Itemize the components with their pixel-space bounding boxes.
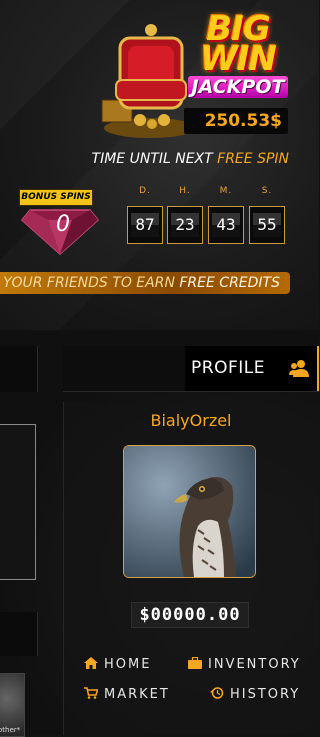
countdown-days-label: D.: [139, 186, 151, 196]
countdown-days-value: 87: [131, 213, 159, 237]
avatar[interactable]: [123, 445, 256, 578]
countdown-seconds: 55: [249, 206, 285, 244]
left-panel-tab[interactable]: [0, 346, 38, 392]
menu-market-label: MARKET: [104, 687, 170, 702]
cart-icon: [84, 687, 98, 699]
left-panel-tab-2[interactable]: [0, 612, 38, 656]
countdown-days: 87: [127, 206, 163, 244]
left-avatar-caption: other*: [0, 726, 21, 734]
menu-history[interactable]: HISTORY: [210, 687, 300, 705]
invite-middle: FRIENDS TO EARN: [46, 275, 180, 291]
invite-highlight: FREE CREDITS: [179, 275, 280, 291]
menu-inventory-label: INVENTORY: [208, 657, 301, 672]
balance-value: $00000.00: [139, 605, 241, 625]
bonus-spins-count: 0: [56, 212, 70, 237]
menu-inventory[interactable]: INVENTORY: [188, 657, 301, 675]
countdown-minutes: 43: [208, 206, 244, 244]
profile-title: PROFILE: [191, 358, 265, 378]
countdown-hours: 23: [167, 206, 203, 244]
bonus-spins-badge: BONUS SPINS: [19, 189, 93, 206]
briefcase-icon: [188, 657, 202, 669]
menu-home-label: HOME: [104, 657, 152, 672]
jackpot-amount-box: 250.53$: [184, 108, 288, 134]
countdown-hours-value: 23: [171, 213, 199, 237]
tab-profile[interactable]: PROFILE: [185, 346, 319, 391]
free-spin-label: TIME UNTIL NEXT FREE SPIN: [0, 151, 289, 167]
home-icon: [84, 657, 98, 669]
hawk-avatar-image: [124, 446, 255, 577]
username: BialyOrzel: [150, 411, 232, 430]
left-avatar[interactable]: other*: [0, 673, 25, 737]
menu-market[interactable]: MARKET: [84, 687, 170, 705]
big-win-text: BIG WIN: [200, 9, 277, 79]
menu-home[interactable]: HOME: [84, 657, 151, 675]
invite-friends-banner[interactable]: TE YOUR FRIENDS TO EARN FREE CREDITS: [0, 272, 290, 294]
user-group-icon: [289, 360, 309, 377]
countdown-minutes-label: M.: [219, 186, 233, 196]
history-icon: [210, 687, 224, 699]
profile-header: PROFILE: [63, 346, 319, 392]
left-panel: [0, 424, 36, 580]
jackpot-text: JACKPOT: [187, 76, 289, 98]
free-spin-label-prefix: TIME UNTIL NEXT: [91, 151, 218, 167]
countdown-minutes-value: 43: [212, 213, 240, 237]
menu-history-label: HISTORY: [230, 687, 301, 702]
balance-box: $00000.00: [131, 602, 249, 628]
jackpot-logo: BIG WIN JACKPOT: [178, 9, 298, 110]
jackpot-amount: 250.53$: [204, 111, 282, 131]
countdown-seconds-value: 55: [253, 213, 281, 237]
free-spin-label-highlight: FREE SPIN: [217, 151, 289, 167]
invite-prefix: TE YOUR: [0, 275, 43, 291]
countdown-seconds-label: S.: [261, 186, 273, 196]
countdown-hours-label: H.: [179, 186, 191, 196]
invite-friends-text: TE YOUR FRIENDS TO EARN FREE CREDITS: [0, 272, 280, 294]
